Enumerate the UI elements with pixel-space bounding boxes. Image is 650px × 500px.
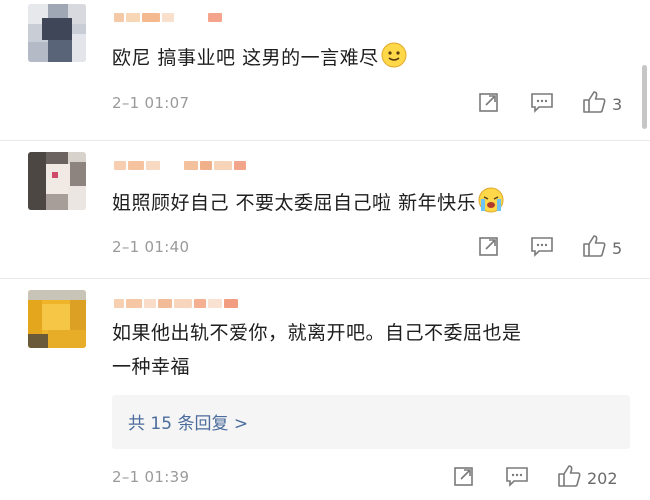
comment-icon[interactable] bbox=[505, 465, 529, 491]
comment-text-content: 姐照顾好自己 不要太委屈自己啦 新年快乐 bbox=[112, 192, 477, 214]
share-icon[interactable] bbox=[478, 91, 500, 117]
like-count: 202 bbox=[587, 468, 618, 488]
avatar-image bbox=[28, 152, 86, 210]
thumbs-up-icon[interactable] bbox=[582, 234, 606, 262]
username-redacted[interactable] bbox=[114, 10, 222, 24]
comment-actions: 3 bbox=[478, 90, 622, 118]
thumbs-up-icon[interactable] bbox=[582, 90, 606, 118]
smile-emoji-icon bbox=[381, 42, 407, 77]
username-redacted[interactable] bbox=[114, 296, 238, 310]
timestamp: 2–1 01:40 bbox=[112, 238, 190, 256]
avatar[interactable] bbox=[28, 152, 86, 210]
thumbs-up-icon[interactable] bbox=[557, 464, 581, 492]
share-icon[interactable] bbox=[478, 235, 500, 261]
comment-actions: 202 bbox=[453, 464, 618, 492]
comment-text: 姐照顾好自己 不要太委屈自己啦 新年快乐 bbox=[112, 187, 504, 222]
avatar[interactable] bbox=[28, 4, 86, 62]
like-count: 3 bbox=[612, 94, 623, 114]
timestamp: 2–1 01:39 bbox=[112, 468, 190, 486]
crying-emoji-icon bbox=[478, 187, 504, 222]
like-count: 5 bbox=[612, 238, 623, 258]
username-redacted[interactable] bbox=[114, 158, 246, 172]
share-icon[interactable] bbox=[453, 465, 475, 491]
comment-text: 如果他出轨不爱你，就离开吧。自己不委屈也是 一种幸福 bbox=[112, 318, 522, 382]
comment-text-line: 如果他出轨不爱你，就离开吧。自己不委屈也是 bbox=[112, 322, 522, 344]
comment-icon[interactable] bbox=[530, 91, 554, 117]
divider bbox=[0, 278, 650, 279]
view-replies-link[interactable]: 共 15 条回复 > bbox=[128, 409, 248, 434]
comment-text-content: 欧尼 搞事业吧 这男的一言难尽 bbox=[112, 47, 379, 69]
avatar-image bbox=[28, 290, 86, 348]
replies-panel[interactable]: 共 15 条回复 > bbox=[112, 395, 630, 449]
avatar[interactable] bbox=[28, 290, 86, 348]
timestamp: 2–1 01:07 bbox=[112, 94, 190, 112]
comment-icon[interactable] bbox=[530, 235, 554, 261]
comment-actions: 5 bbox=[478, 234, 622, 262]
comment-text: 欧尼 搞事业吧 这男的一言难尽 bbox=[112, 42, 407, 77]
comment-text-line: 一种幸福 bbox=[112, 356, 191, 378]
divider bbox=[0, 140, 650, 141]
scrollbar[interactable] bbox=[642, 65, 647, 129]
avatar-image bbox=[28, 4, 86, 62]
